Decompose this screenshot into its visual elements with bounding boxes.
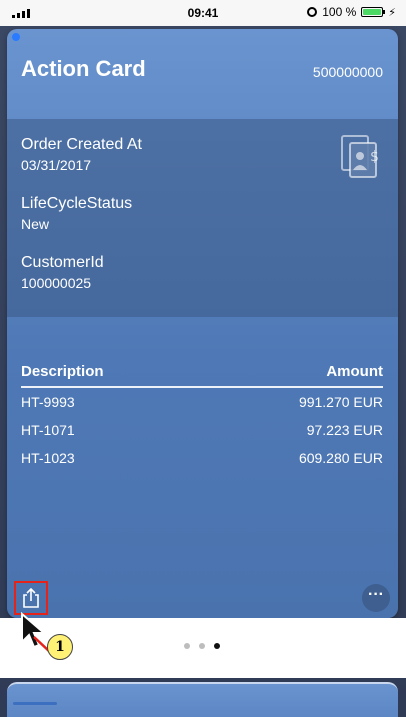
card-accent-bar <box>13 702 57 705</box>
next-card-peek[interactable] <box>7 682 398 717</box>
phone-screen: 09:41 100 % ⚡ Action Card 500000000 Orde… <box>0 0 406 717</box>
invoice-document-icon: $ <box>341 135 379 178</box>
field-order-created: Order Created At 03/31/2017 <box>21 136 142 173</box>
cell-description: HT-1023 <box>21 450 75 466</box>
field-label: Order Created At <box>21 136 142 153</box>
field-label: CustomerId <box>21 254 104 271</box>
alarm-icon <box>307 7 318 17</box>
battery-icon <box>361 7 386 17</box>
field-label: LifeCycleStatus <box>21 195 133 212</box>
cell-description: HT-1071 <box>21 422 75 438</box>
field-value: 100000025 <box>21 275 92 291</box>
card-number: 500000000 <box>312 64 383 80</box>
page-dots[interactable] <box>184 643 220 649</box>
mouse-pointer-icon <box>21 612 50 652</box>
card-title: Action Card <box>21 56 146 81</box>
cell-amount: 609.280 EUR <box>298 450 383 466</box>
page-dot[interactable] <box>184 643 190 649</box>
column-header-amount: Amount <box>326 363 383 380</box>
status-bar: 09:41 100 % ⚡ <box>0 0 406 26</box>
table-row: HT-1023 609.280 EUR <box>21 444 383 472</box>
field-value: 03/31/2017 <box>21 157 92 173</box>
card-indicator-dot <box>12 33 20 41</box>
battery-percent: 100 % <box>322 5 357 19</box>
field-customer-id: CustomerId 100000025 <box>21 254 104 291</box>
step-number-badge: 1 <box>47 634 73 660</box>
table-row: HT-9993 991.270 EUR <box>21 388 383 416</box>
column-header-description: Description <box>21 363 104 380</box>
field-value: New <box>21 216 50 232</box>
cell-amount: 991.270 EUR <box>298 394 383 410</box>
share-button[interactable] <box>14 581 48 615</box>
cell-description: HT-9993 <box>21 394 75 410</box>
line-items-table: Description Amount HT-9993 991.270 EUR H… <box>21 363 383 472</box>
more-icon: ··· <box>368 586 384 603</box>
table-row: HT-1071 97.223 EUR <box>21 416 383 444</box>
page-dot-active[interactable] <box>214 643 220 649</box>
field-lifecycle-status: LifeCycleStatus New <box>21 195 132 232</box>
table-header: Description Amount <box>21 363 383 388</box>
card-info-section: Order Created At 03/31/2017 LifeCycleSta… <box>7 119 398 317</box>
cell-amount: 97.223 EUR <box>306 422 383 438</box>
charging-icon: ⚡ <box>388 6 396 19</box>
share-icon <box>23 588 39 608</box>
page-dot[interactable] <box>199 643 205 649</box>
svg-text:$: $ <box>370 149 379 165</box>
action-card[interactable]: Action Card 500000000 Order Created At 0… <box>7 29 398 618</box>
more-button[interactable]: ··· <box>362 584 390 612</box>
